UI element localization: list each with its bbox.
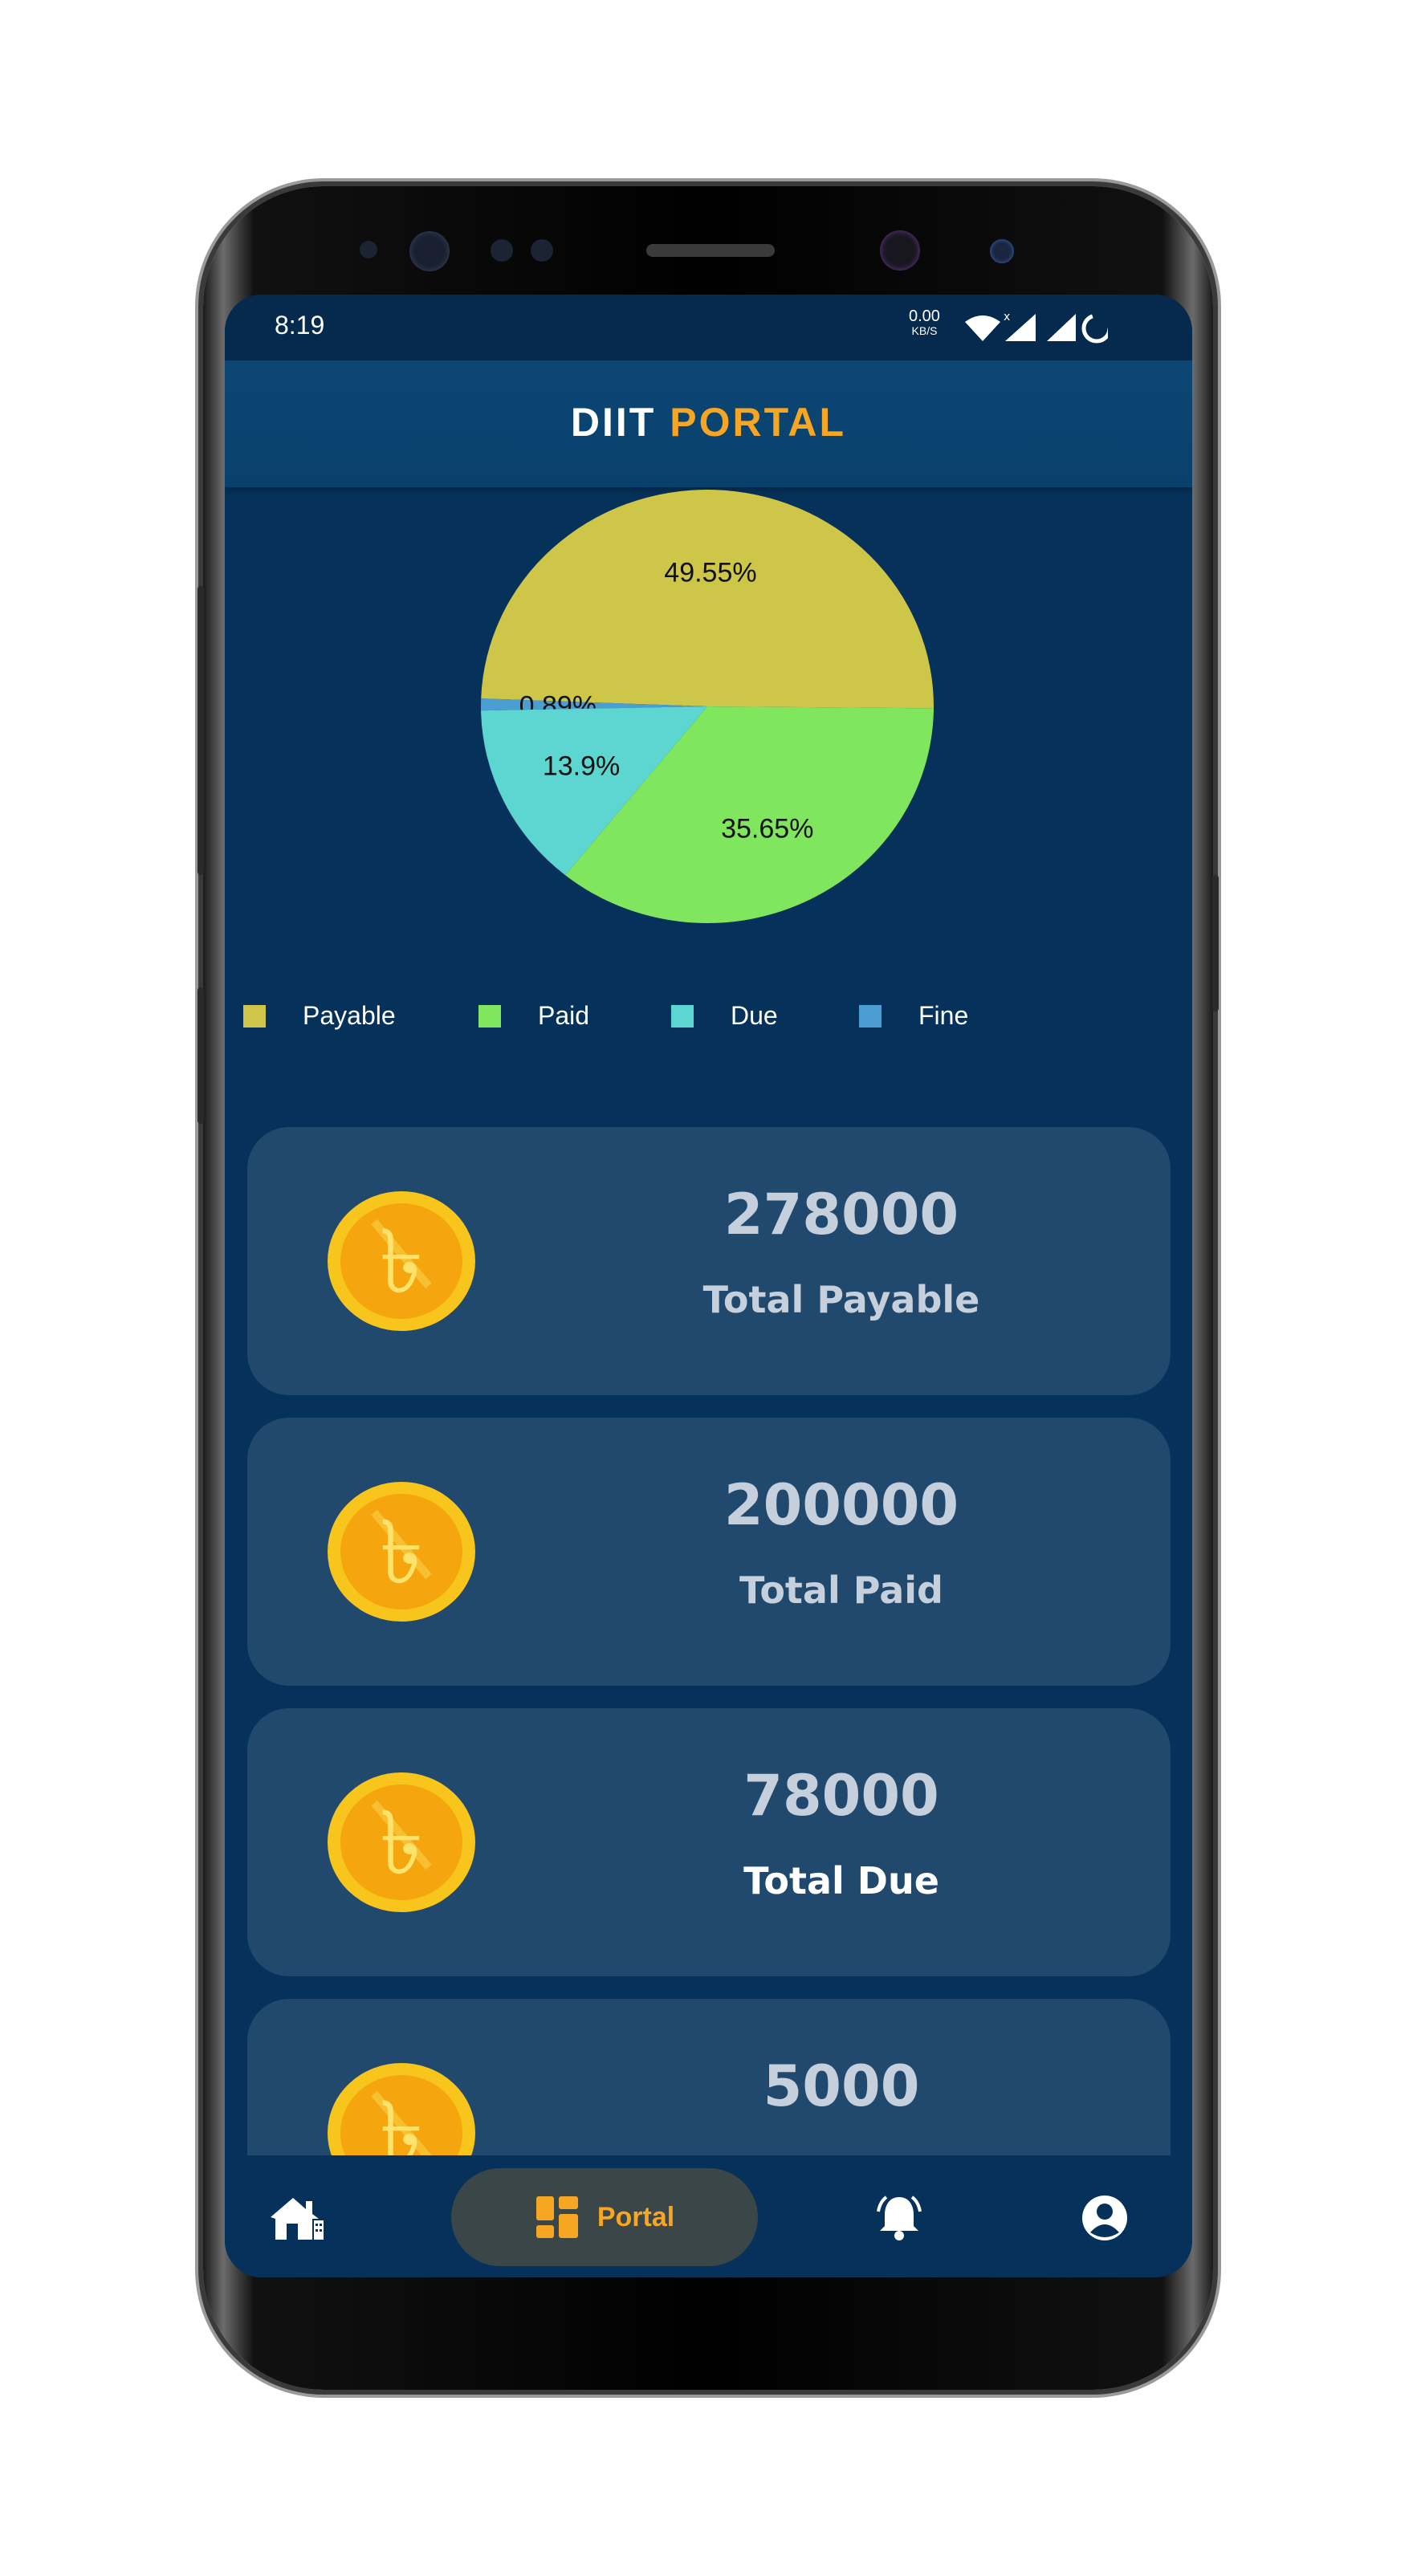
- pie-label-paid: 35.65%: [721, 813, 813, 844]
- legend-swatch-payable: [243, 1004, 266, 1028]
- app-title-part2: PORTAL: [670, 400, 847, 445]
- pie-label-due: 13.9%: [543, 751, 620, 782]
- wifi-icon: [965, 315, 1000, 341]
- legend-swatch-paid: [478, 1004, 501, 1028]
- network-speed-unit: KB/S: [911, 324, 938, 337]
- bottom-navigation: Portal: [225, 2155, 1192, 2277]
- total-due-card[interactable]: ৳ 78000 Total Due: [247, 1708, 1171, 1976]
- legend-item-payable: Payable: [243, 1001, 396, 1031]
- taka-coin-icon: ৳: [328, 1772, 475, 1912]
- svg-text:৳: ৳: [380, 1211, 424, 1313]
- total-due-amount: 78000: [743, 1763, 939, 1829]
- legend-label-paid: Paid: [538, 1001, 590, 1030]
- portal-dashboard-icon: [535, 2196, 578, 2238]
- network-speed: 0.00 KB/S: [909, 307, 940, 338]
- nav-portal-label: Portal: [597, 2201, 675, 2232]
- total-payable-card[interactable]: ৳ 278000 Total Payable: [247, 1127, 1171, 1395]
- signal-icons: x: [965, 311, 1108, 344]
- total-payable-amount: 278000: [723, 1182, 959, 1247]
- pie-slice-payable[interactable]: [481, 490, 934, 709]
- chart-legend: Payable Paid Due Fine: [225, 1001, 1192, 1049]
- taka-coin-icon: ৳: [328, 1191, 475, 1331]
- volume-button: [197, 987, 204, 1124]
- total-paid-label: Total Paid: [739, 1569, 943, 1612]
- network-speed-value: 0.00: [909, 307, 940, 325]
- power-button: [1212, 875, 1219, 1011]
- total-payable-label: Total Payable: [702, 1278, 980, 1321]
- app-screen: 8:19 0.00 KB/S x DIIT PORTAL 49.55% 0.89%…: [225, 295, 1192, 2277]
- home-icon: [271, 2198, 324, 2240]
- svg-text:৳: ৳: [380, 1501, 424, 1604]
- legend-item-fine: Fine: [859, 1001, 968, 1031]
- bixby-button: [197, 586, 204, 875]
- cell-signal-icon-2: [1047, 314, 1076, 341]
- status-bar: 8:19 0.00 KB/S x: [225, 295, 1192, 360]
- nav-portal[interactable]: Portal: [451, 2168, 758, 2266]
- profile-icon: [1082, 2196, 1127, 2240]
- legend-label-fine: Fine: [918, 1001, 969, 1030]
- legend-item-paid: Paid: [478, 1001, 589, 1031]
- nav-notifications[interactable]: [859, 2178, 939, 2258]
- svg-text:৳: ৳: [380, 1792, 424, 1894]
- pie-label-payable: 49.55%: [664, 558, 756, 588]
- svg-text:x: x: [1004, 311, 1010, 324]
- total-fine-amount: 5000: [763, 2053, 920, 2119]
- notification-bell-icon: [877, 2196, 922, 2240]
- taka-coin-icon: ৳: [328, 1482, 475, 1622]
- legend-label-due: Due: [731, 1001, 778, 1030]
- total-paid-card[interactable]: ৳ 200000 Total Paid: [247, 1418, 1171, 1686]
- legend-swatch-due: [671, 1004, 694, 1028]
- app-title: DIIT PORTAL: [225, 399, 1192, 446]
- app-bar: DIIT PORTAL: [225, 360, 1192, 487]
- legend-swatch-fine: [859, 1004, 882, 1028]
- loading-icon: [1081, 313, 1108, 344]
- total-due-label: Total Due: [743, 1859, 939, 1902]
- app-title-part1: DIIT: [570, 400, 657, 445]
- status-time: 8:19: [275, 311, 325, 340]
- total-paid-amount: 200000: [723, 1472, 959, 1538]
- legend-label-payable: Payable: [303, 1001, 396, 1030]
- nav-home[interactable]: [257, 2178, 337, 2258]
- legend-item-due: Due: [671, 1001, 778, 1031]
- pie-chart-svg: 49.55%0.89%13.9%35.65%: [481, 490, 934, 923]
- nav-profile[interactable]: [1065, 2178, 1145, 2258]
